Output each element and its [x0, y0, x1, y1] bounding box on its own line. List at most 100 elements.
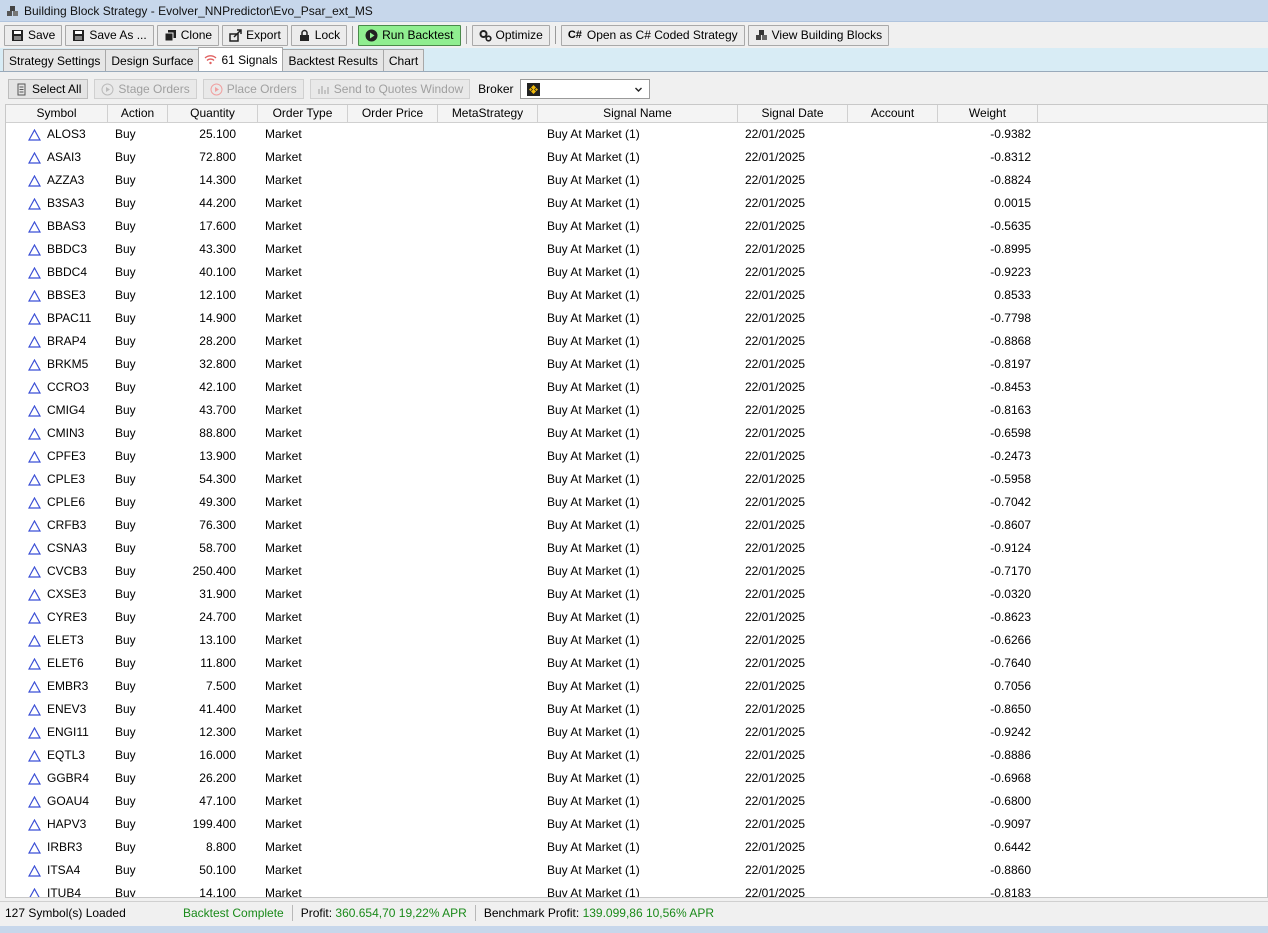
cell-order-price [348, 376, 438, 399]
table-row[interactable]: ITSA4 Buy 50.100 Market Buy At Market (1) 22/… [6, 859, 1267, 882]
select-all-button[interactable]: Select All [8, 79, 89, 99]
clone-button[interactable]: Clone [156, 24, 220, 46]
cell-action: Buy [115, 587, 136, 601]
table-row[interactable]: CPLE3 Buy 54.300 Market Buy At Market (1) 22/… [6, 468, 1267, 491]
cell-symbol: GOAU4 [6, 790, 108, 813]
cell-weight: -0.8163 [990, 403, 1031, 417]
cell-action: Buy [115, 288, 136, 302]
column-header-account[interactable]: Account [848, 105, 938, 123]
optimize-button[interactable]: Optimize [471, 24, 550, 46]
cell-action: Buy [115, 518, 136, 532]
column-header-order-price[interactable]: Order Price [348, 105, 438, 123]
table-row[interactable]: AZZA3 Buy 14.300 Market Buy At Market (1) 22/… [6, 169, 1267, 192]
symbol-text: ELET6 [47, 656, 84, 670]
table-row[interactable]: BBAS3 Buy 17.600 Market Buy At Market (1) 22/… [6, 215, 1267, 238]
column-header-order-type[interactable]: Order Type [258, 105, 348, 123]
table-row[interactable]: CMIN3 Buy 88.800 Market Buy At Market (1) 22/… [6, 422, 1267, 445]
cell-metastrategy [438, 146, 538, 169]
cell-order-price [348, 192, 438, 215]
table-row[interactable]: GOAU4 Buy 47.100 Market Buy At Market (1) 22/… [6, 790, 1267, 813]
cell-metastrategy [438, 169, 538, 192]
table-row[interactable]: BBDC3 Buy 43.300 Market Buy At Market (1) 22/… [6, 238, 1267, 261]
run-backtest-button[interactable]: Run Backtest [358, 24, 461, 46]
table-row[interactable]: CXSE3 Buy 31.900 Market Buy At Market (1) 22/… [6, 583, 1267, 606]
table-row[interactable]: BRKM5 Buy 32.800 Market Buy At Market (1) 22/… [6, 353, 1267, 376]
cell-symbol: CMIG4 [6, 399, 108, 422]
cell-symbol: CXSE3 [6, 583, 108, 606]
view-building-blocks-button[interactable]: View Building Blocks [747, 24, 890, 46]
broker-select[interactable] [519, 79, 650, 99]
table-row[interactable]: CSNA3 Buy 58.700 Market Buy At Market (1) 22/… [6, 537, 1267, 560]
cell-quantity: 50.100 [199, 863, 236, 877]
column-header-weight[interactable]: Weight [938, 105, 1038, 123]
cell-order-type: Market [265, 334, 302, 348]
cell-signal-name: Buy At Market (1) [547, 426, 640, 440]
open-csharp-button[interactable]: C# Open as C# Coded Strategy [560, 24, 745, 46]
table-row[interactable]: ASAI3 Buy 72.800 Market Buy At Market (1) 22/… [6, 146, 1267, 169]
column-header-signal-date[interactable]: Signal Date [738, 105, 848, 123]
cell-symbol: CRFB3 [6, 514, 108, 537]
table-row[interactable]: BRAP4 Buy 28.200 Market Buy At Market (1) 22/… [6, 330, 1267, 353]
table-row[interactable]: ALOS3 Buy 25.100 Market Buy At Market (1) 22/… [6, 123, 1267, 146]
table-row[interactable]: ENGI11 Buy 12.300 Market Buy At Market (1) 22… [6, 721, 1267, 744]
column-header-quantity[interactable]: Quantity [168, 105, 258, 123]
save-button[interactable]: Save [4, 24, 63, 46]
send-to-quotes-button[interactable]: Send to Quotes Window [309, 79, 471, 99]
table-row[interactable]: CRFB3 Buy 76.300 Market Buy At Market (1) 22/… [6, 514, 1267, 537]
cell-account [848, 583, 938, 606]
table-row[interactable]: B3SA3 Buy 44.200 Market Buy At Market (1) 22/… [6, 192, 1267, 215]
table-row[interactable]: ELET3 Buy 13.100 Market Buy At Market (1) 22/… [6, 629, 1267, 652]
table-row[interactable]: BBSE3 Buy 12.100 Market Buy At Market (1) 22/… [6, 284, 1267, 307]
table-row[interactable]: ELET6 Buy 11.800 Market Buy At Market (1) 22/… [6, 652, 1267, 675]
cell-weight: -0.7170 [990, 564, 1031, 578]
cell-signal-name: Buy At Market (1) [547, 495, 640, 509]
table-row[interactable]: CYRE3 Buy 24.700 Market Buy At Market (1) 22/… [6, 606, 1267, 629]
cell-metastrategy [438, 123, 538, 146]
stage-orders-button[interactable]: Stage Orders [94, 79, 197, 99]
table-row[interactable]: EQTL3 Buy 16.000 Market Buy At Market (1) 22/… [6, 744, 1267, 767]
table-row[interactable]: CPFE3 Buy 13.900 Market Buy At Market (1) 22/… [6, 445, 1267, 468]
table-row[interactable]: CVCB3 Buy 250.400 Market Buy At Market (1) 22… [6, 560, 1267, 583]
table-row[interactable]: GGBR4 Buy 26.200 Market Buy At Market (1) 22/… [6, 767, 1267, 790]
table-row[interactable]: HAPV3 Buy 199.400 Market Buy At Market (1) 22… [6, 813, 1267, 836]
table-row[interactable]: CMIG4 Buy 43.700 Market Buy At Market (1) 22/… [6, 399, 1267, 422]
place-orders-button[interactable]: Place Orders [202, 79, 304, 99]
table-row[interactable]: CCRO3 Buy 42.100 Market Buy At Market (1) 22/… [6, 376, 1267, 399]
signals-grid[interactable]: Symbol Action Quantity Order Type Order … [5, 104, 1268, 898]
cell-order-type: Market [265, 587, 302, 601]
cell-signal-name: Buy At Market (1) [547, 771, 640, 785]
triangle-icon [28, 473, 41, 486]
table-row[interactable]: BBDC4 Buy 40.100 Market Buy At Market (1) 22/… [6, 261, 1267, 284]
triangle-icon [28, 726, 41, 739]
cell-quantity: 16.000 [199, 748, 236, 762]
table-row[interactable]: EMBR3 Buy 7.500 Market Buy At Market (1) 22/0… [6, 675, 1267, 698]
triangle-icon [28, 634, 41, 647]
triangle-icon [28, 427, 41, 440]
table-row[interactable]: BPAC11 Buy 14.900 Market Buy At Market (1) 22… [6, 307, 1267, 330]
tab-design-surface[interactable]: Design Surface [105, 49, 200, 71]
cell-order-price [348, 491, 438, 514]
lock-button[interactable]: Lock [290, 24, 348, 46]
column-header-metastrategy[interactable]: MetaStrategy [438, 105, 538, 123]
tab-signals[interactable]: 61 Signals [198, 47, 284, 71]
column-header-symbol[interactable]: Symbol [6, 105, 108, 123]
table-row[interactable]: ENEV3 Buy 41.400 Market Buy At Market (1) 22/… [6, 698, 1267, 721]
tab-chart[interactable]: Chart [382, 49, 425, 71]
cell-weight: -0.0320 [990, 587, 1031, 601]
export-button[interactable]: Export [222, 24, 288, 46]
table-row[interactable]: IRBR3 Buy 8.800 Market Buy At Market (1) 22/0… [6, 836, 1267, 859]
cell-quantity: 250.400 [192, 564, 236, 578]
cell-order-type: Market [265, 610, 302, 624]
column-header-action[interactable]: Action [108, 105, 168, 123]
column-header-signal-name[interactable]: Signal Name [538, 105, 738, 123]
cell-weight: -0.5635 [990, 219, 1031, 233]
table-row[interactable]: CPLE6 Buy 49.300 Market Buy At Market (1) 22/… [6, 491, 1267, 514]
cell-action: Buy [115, 564, 136, 578]
save-as-button[interactable]: Save As ... [65, 24, 154, 46]
tab-backtest-results[interactable]: Backtest Results [282, 49, 384, 71]
cell-quantity: 42.100 [199, 380, 236, 394]
table-row[interactable]: ITUB4 Buy 14.100 Market Buy At Market (1) 22/… [6, 882, 1267, 897]
toolbar-separator [465, 26, 467, 44]
tab-strategy-settings[interactable]: Strategy Settings [3, 49, 107, 71]
cell-signal-date: 22/01/2025 [745, 265, 806, 279]
